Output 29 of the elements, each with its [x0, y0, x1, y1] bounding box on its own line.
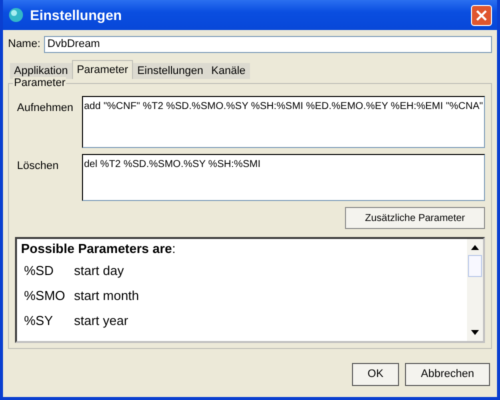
field-label: Aufnehmen	[16, 101, 74, 116]
tab[interactable]: Parameter	[72, 60, 134, 79]
extra-parameters-button[interactable]: Zusätzliche Parameter	[345, 207, 485, 229]
up-arrow-icon	[471, 245, 479, 250]
field-label: Löschen	[16, 159, 60, 174]
close-icon	[476, 10, 487, 20]
scrollbar[interactable]	[467, 239, 483, 341]
parameter-code: %SY	[24, 312, 54, 330]
name-field[interactable]: DvbDream	[44, 36, 492, 52]
dialog-button[interactable]: OK	[352, 363, 399, 386]
dialog-button[interactable]: Abbrechen	[405, 363, 490, 386]
help-heading: Possible Parameters are:	[21, 240, 177, 258]
parameter-code: %SMO	[24, 287, 66, 305]
parameter-description: start month	[74, 287, 140, 305]
close-button[interactable]	[471, 4, 492, 26]
down-arrow-icon	[471, 330, 479, 335]
parameter-description: start day	[74, 262, 124, 280]
tab[interactable]: Einstellungen	[133, 63, 208, 79]
group-title: Parameter	[13, 77, 66, 89]
tab[interactable]: Applikation	[10, 63, 72, 79]
window-title: Einstellungen	[30, 6, 122, 25]
parameter-description: start year	[74, 312, 128, 330]
text-area[interactable]: del %T2 %SD.%SMO.%SY %SH:%SMI	[82, 154, 485, 201]
globe-icon	[8, 7, 24, 23]
scroll-thumb[interactable]	[468, 255, 482, 277]
name-label: Name:	[8, 36, 40, 52]
tab[interactable]: Kanäle	[207, 63, 250, 79]
parameter-code: %SD	[24, 262, 55, 280]
text-area[interactable]: add "%CNF" %T2 %SD.%SMO.%SY %SH:%SMI %ED.%EMO.%EY %EH:%EMI "%CNA"	[82, 96, 485, 148]
